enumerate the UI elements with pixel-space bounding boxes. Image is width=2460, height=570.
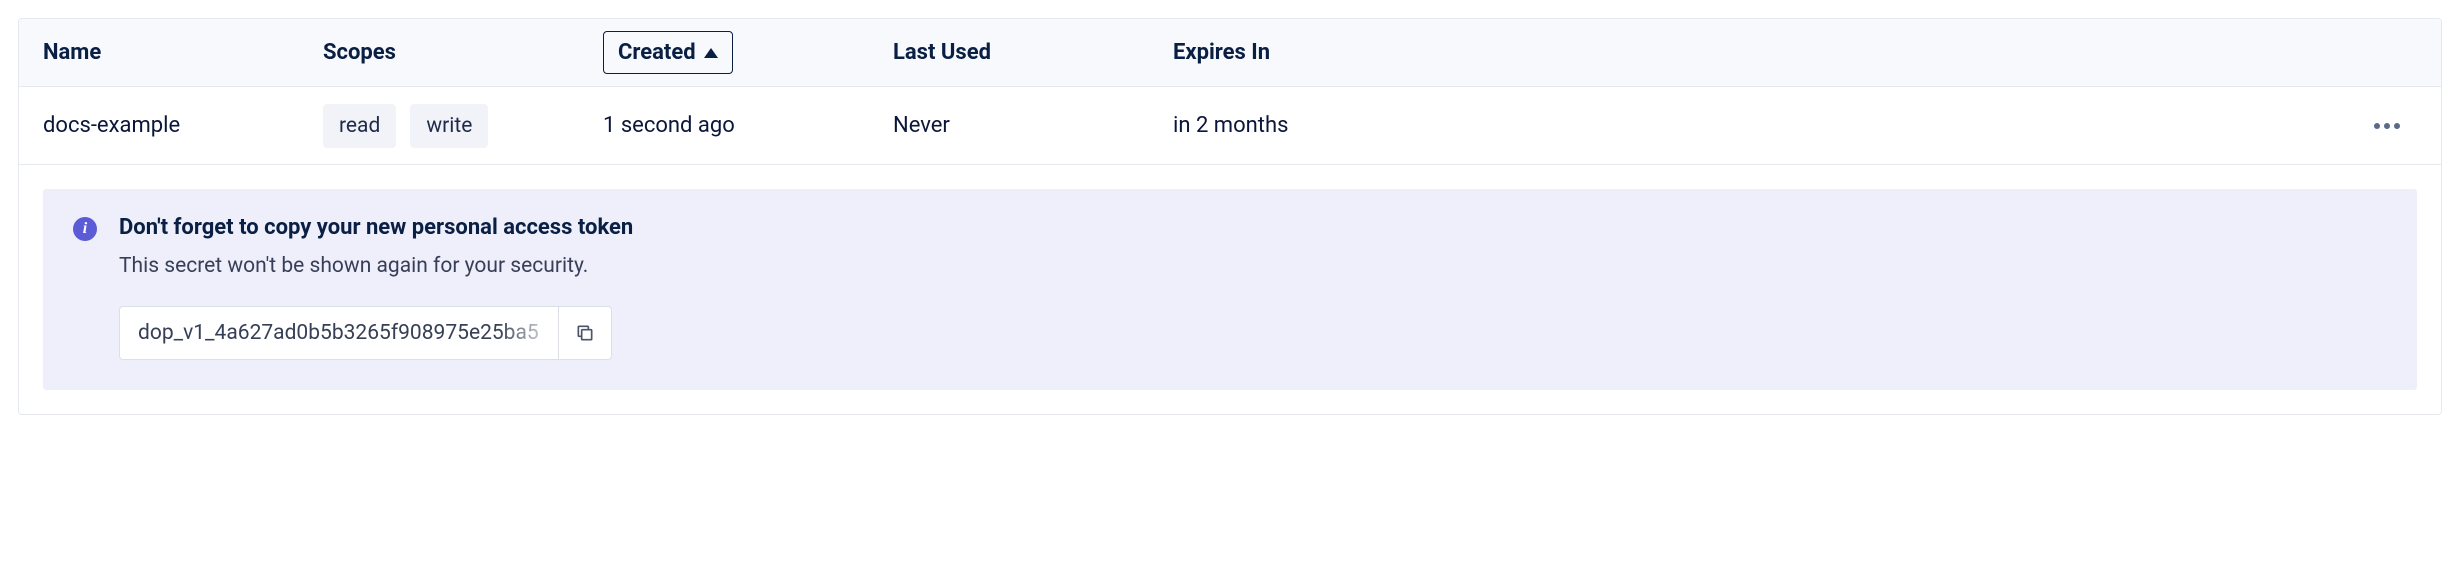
column-header-expires[interactable]: Expires In xyxy=(1173,40,1463,65)
token-reveal-row: i Don't forget to copy your new personal… xyxy=(19,165,2441,414)
token-value-field[interactable]: dop_v1_4a627ad0b5b3265f908975e25ba5 xyxy=(119,306,559,360)
token-value-text: dop_v1_4a627ad0b5b3265f908975e25ba5 xyxy=(138,321,539,345)
more-icon xyxy=(2373,122,2401,130)
scope-tags: read write xyxy=(323,104,603,148)
column-header-scopes[interactable]: Scopes xyxy=(323,40,603,65)
scope-tag-write: write xyxy=(410,104,488,148)
info-icon: i xyxy=(73,217,97,241)
info-banner-subtitle: This secret won't be shown again for you… xyxy=(119,254,633,278)
column-header-created-label: Created xyxy=(618,40,696,65)
token-display: dop_v1_4a627ad0b5b3265f908975e25ba5 xyxy=(119,306,633,360)
copy-token-button[interactable] xyxy=(559,306,612,360)
token-last-used: Never xyxy=(893,113,1173,138)
token-name: docs-example xyxy=(43,113,323,138)
column-header-last-used[interactable]: Last Used xyxy=(893,40,1173,65)
info-banner: i Don't forget to copy your new personal… xyxy=(43,189,2417,390)
token-expires: in 2 months xyxy=(1173,113,1463,138)
tokens-table: Name Scopes Created Last Used Expires In… xyxy=(18,18,2442,415)
token-created: 1 second ago xyxy=(603,113,893,138)
table-row: docs-example read write 1 second ago Nev… xyxy=(19,87,2441,165)
table-header-row: Name Scopes Created Last Used Expires In xyxy=(19,19,2441,87)
column-header-created[interactable]: Created xyxy=(603,31,893,74)
sort-ascending-icon xyxy=(704,48,718,58)
column-header-name[interactable]: Name xyxy=(43,40,323,65)
more-actions-button[interactable] xyxy=(2365,114,2409,138)
scope-tag-read: read xyxy=(323,104,396,148)
copy-icon xyxy=(575,323,595,343)
info-banner-title: Don't forget to copy your new personal a… xyxy=(119,215,633,240)
